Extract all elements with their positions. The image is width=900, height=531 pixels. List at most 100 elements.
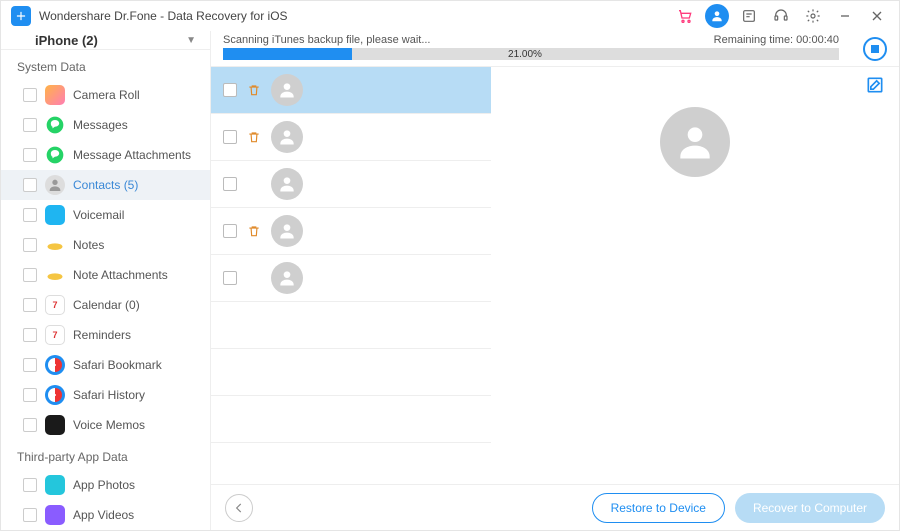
scan-progress-bar: Scanning iTunes backup file, please wait…	[211, 31, 899, 67]
sidebar-item-label: Notes	[73, 238, 104, 252]
camera-icon	[45, 85, 65, 105]
sidebar-item-voice-memos[interactable]: Voice Memos	[1, 410, 210, 440]
device-label: iPhone (2)	[35, 33, 98, 48]
sidebar-item-camera-roll[interactable]: Camera Roll	[1, 80, 210, 110]
restore-to-device-button[interactable]: Restore to Device	[592, 493, 725, 523]
notes-icon	[45, 235, 65, 255]
sidebar-item-label: Safari History	[73, 388, 145, 402]
sidebar-item-app-videos[interactable]: App Videos	[1, 500, 210, 530]
checkbox[interactable]	[23, 418, 37, 432]
sidebar-item-note-attachments[interactable]: Note Attachments	[1, 260, 210, 290]
sidebar-item-label: Voicemail	[73, 208, 124, 222]
contact-row[interactable]	[211, 349, 491, 396]
stop-scan-button[interactable]	[863, 37, 887, 61]
sidebar-item-label: Calendar (0)	[73, 298, 140, 312]
sidebar: iPhone (2) ▼ System Data Camera Roll Messa…	[1, 31, 211, 530]
checkbox[interactable]	[23, 208, 37, 222]
contact-avatar-large	[660, 107, 730, 177]
sidebar-item-voicemail[interactable]: Voicemail	[1, 200, 210, 230]
checkbox[interactable]	[23, 148, 37, 162]
checkbox[interactable]	[23, 88, 37, 102]
sidebar-item-label: Reminders	[73, 328, 131, 342]
sidebar-item-reminders[interactable]: 7 Reminders	[1, 320, 210, 350]
checkbox[interactable]	[23, 388, 37, 402]
scan-remaining-text: Remaining time: 00:00:40	[714, 34, 839, 46]
avatar-icon	[271, 262, 303, 294]
contact-row[interactable]	[211, 255, 491, 302]
contact-row[interactable]	[211, 208, 491, 255]
avatar-icon	[271, 121, 303, 153]
sidebar-item-app-photos[interactable]: App Photos	[1, 470, 210, 500]
sidebar-item-messages[interactable]: Messages	[1, 110, 210, 140]
app-logo	[11, 6, 31, 26]
msg-icon	[45, 115, 65, 135]
sidebar-item-label: Note Attachments	[73, 268, 168, 282]
avatar-icon	[271, 168, 303, 200]
app2-icon	[45, 505, 65, 525]
sidebar-item-label: Message Attachments	[73, 148, 191, 162]
checkbox[interactable]	[23, 238, 37, 252]
app1-icon	[45, 475, 65, 495]
contact-row[interactable]	[211, 161, 491, 208]
recover-to-computer-button[interactable]: Recover to Computer	[735, 493, 885, 523]
contact-detail-panel	[491, 67, 899, 484]
sidebar-item-contacts-5[interactable]: Contacts (5)	[1, 170, 210, 200]
sidebar-item-label: Camera Roll	[73, 88, 140, 102]
edit-icon[interactable]	[865, 75, 885, 95]
device-selector[interactable]: iPhone (2) ▼	[1, 31, 210, 50]
sidebar-item-label: Safari Bookmark	[73, 358, 162, 372]
calendar-icon: 7	[45, 295, 65, 315]
checkbox[interactable]	[23, 298, 37, 312]
contact-row[interactable]	[211, 396, 491, 443]
msg-icon	[45, 145, 65, 165]
sidebar-item-calendar-0[interactable]: 7 Calendar (0)	[1, 290, 210, 320]
feedback-icon[interactable]	[737, 4, 761, 28]
sidebar-item-safari-history[interactable]: Safari History	[1, 380, 210, 410]
sidebar-item-label: App Photos	[73, 478, 135, 492]
contact-row[interactable]	[211, 67, 491, 114]
close-button[interactable]	[865, 4, 889, 28]
contacts-list	[211, 67, 491, 484]
checkbox[interactable]	[23, 508, 37, 522]
checkbox[interactable]	[23, 178, 37, 192]
checkbox[interactable]	[23, 478, 37, 492]
avatar-icon	[271, 215, 303, 247]
sidebar-item-notes[interactable]: Notes	[1, 230, 210, 260]
sidebar-item-label: Contacts (5)	[73, 178, 138, 192]
calendar-icon: 7	[45, 325, 65, 345]
checkbox[interactable]	[23, 328, 37, 342]
support-icon[interactable]	[769, 4, 793, 28]
checkbox[interactable]	[223, 271, 237, 285]
voice-icon	[45, 415, 65, 435]
trash-icon	[247, 130, 261, 144]
sidebar-section-label: Third-party App Data	[1, 440, 210, 470]
contact-row[interactable]	[211, 114, 491, 161]
contact-row[interactable]	[211, 302, 491, 349]
app-title: Wondershare Dr.Fone - Data Recovery for …	[39, 9, 288, 23]
checkbox[interactable]	[223, 177, 237, 191]
chevron-down-icon: ▼	[186, 35, 196, 46]
checkbox[interactable]	[223, 224, 237, 238]
footer-bar: Restore to Device Recover to Computer	[211, 484, 899, 530]
cart-icon[interactable]	[673, 4, 697, 28]
back-button[interactable]	[225, 494, 253, 522]
settings-icon[interactable]	[801, 4, 825, 28]
voicemail-icon	[45, 205, 65, 225]
progress-percent-label: 21.00%	[211, 48, 839, 60]
contacts-icon	[45, 175, 65, 195]
checkbox[interactable]	[23, 268, 37, 282]
avatar-icon	[271, 74, 303, 106]
account-icon[interactable]	[705, 4, 729, 28]
checkbox[interactable]	[223, 130, 237, 144]
minimize-button[interactable]	[833, 4, 857, 28]
checkbox[interactable]	[23, 118, 37, 132]
trash-icon	[247, 224, 261, 238]
sidebar-item-message-attachments[interactable]: Message Attachments	[1, 140, 210, 170]
checkbox[interactable]	[23, 358, 37, 372]
safari-icon	[45, 385, 65, 405]
checkbox[interactable]	[223, 83, 237, 97]
scan-status-text: Scanning iTunes backup file, please wait…	[223, 34, 431, 46]
sidebar-item-safari-bookmark[interactable]: Safari Bookmark	[1, 350, 210, 380]
titlebar: Wondershare Dr.Fone - Data Recovery for …	[1, 1, 899, 31]
sidebar-section-label: System Data	[1, 50, 210, 80]
